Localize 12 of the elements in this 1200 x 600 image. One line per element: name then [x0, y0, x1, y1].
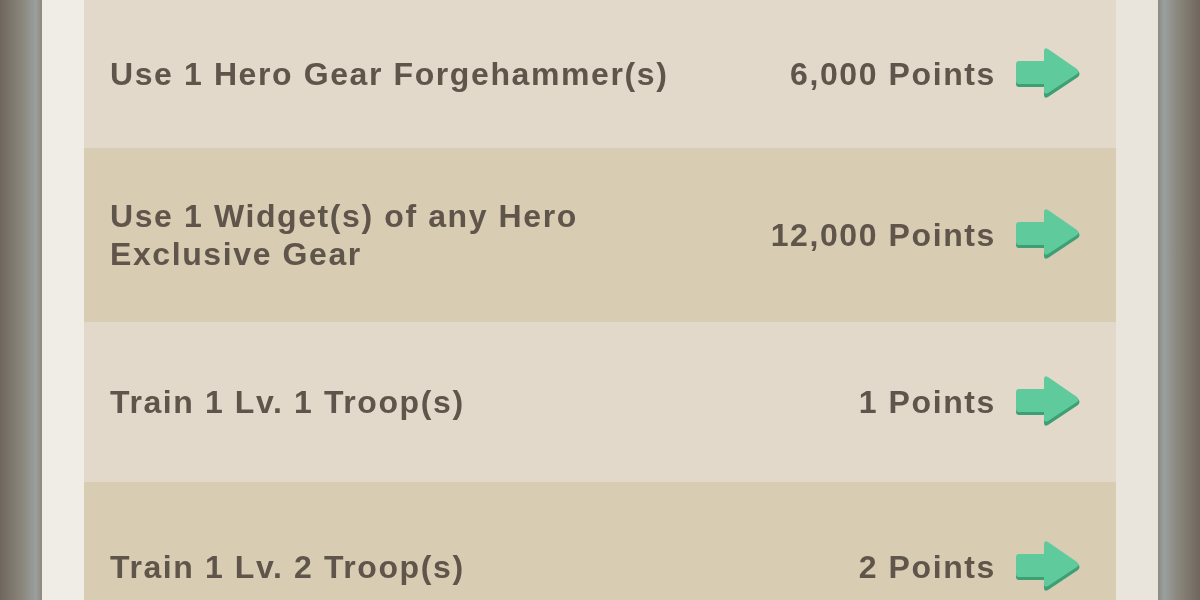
task-description: Train 1 Lv. 1 Troop(s): [110, 382, 466, 422]
task-points: 6,000 Points: [790, 54, 996, 94]
task-points: 2 Points: [858, 547, 996, 587]
task-description: Use 1 Hero Gear Forgehammer(s): [110, 54, 670, 94]
arrow-right-icon[interactable]: [1014, 48, 1082, 100]
task-description: Train 1 Lv. 2 Troop(s): [110, 547, 466, 587]
arrow-right-icon[interactable]: [1014, 541, 1082, 593]
task-description: Use 1 Widget(s) of any Hero Exclusive Gear: [110, 196, 579, 274]
arrow-right-icon[interactable]: [1014, 376, 1082, 428]
task-points: 1 Points: [858, 382, 996, 422]
arrow-right-icon[interactable]: [1014, 209, 1082, 261]
task-points: 12,000 Points: [770, 215, 996, 255]
